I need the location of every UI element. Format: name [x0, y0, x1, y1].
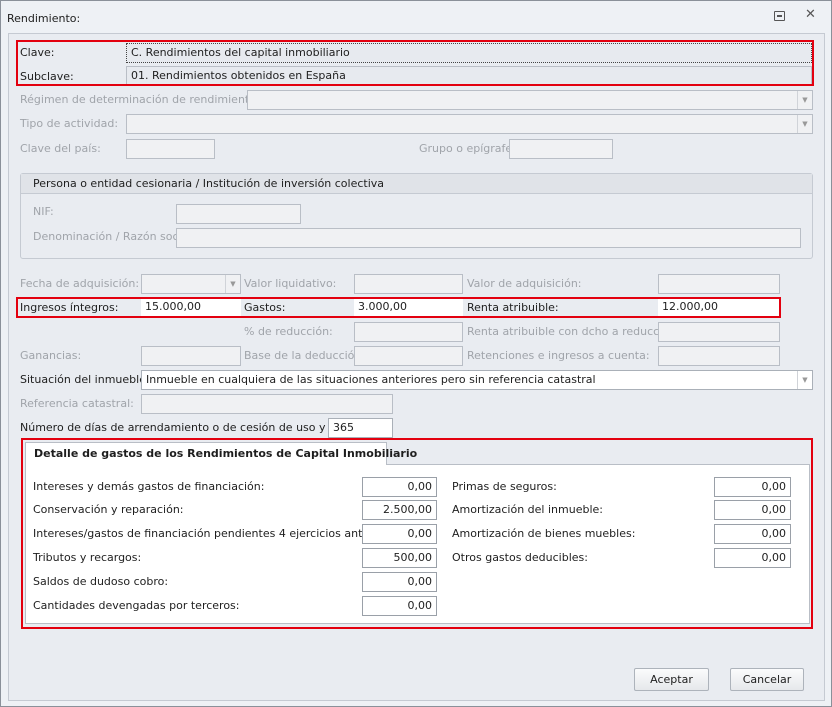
denominacion-label: Denominación / Razón social:: [33, 230, 196, 243]
gasto-input[interactable]: 2.500,00: [362, 500, 437, 520]
renta-dcho-input[interactable]: [658, 322, 780, 342]
denominacion-input[interactable]: [176, 228, 801, 248]
gasto-input[interactable]: 0,00: [362, 596, 437, 616]
retenciones-input[interactable]: [658, 346, 780, 366]
pct-reduccion-input[interactable]: [354, 322, 463, 342]
chevron-down-icon: ▼: [797, 91, 812, 109]
grupo-label: Grupo o epígrafe:: [419, 142, 516, 155]
persona-group-title: Persona o entidad cesionaria / Instituci…: [21, 174, 812, 194]
restore-icon[interactable]: [774, 11, 785, 21]
tipo-actividad-select[interactable]: ▼: [126, 114, 813, 134]
regimen-select[interactable]: ▼: [247, 90, 813, 110]
gasto-input[interactable]: 0,00: [714, 500, 791, 520]
gasto-input[interactable]: 0,00: [362, 524, 437, 544]
situacion-label: Situación del inmueble:: [20, 373, 150, 386]
chevron-down-icon: ▼: [225, 275, 240, 293]
gasto-label: Amortización del inmueble:: [452, 503, 603, 516]
highlight-clave: [16, 40, 814, 86]
base-deduccion-input[interactable]: [354, 346, 463, 366]
aceptar-button[interactable]: Aceptar: [634, 668, 709, 691]
gasto-label: Otros gastos deducibles:: [452, 551, 588, 564]
ref-catastral-input[interactable]: [141, 394, 393, 414]
chevron-down-icon: ▼: [797, 115, 812, 133]
window-title: Rendimiento:: [7, 12, 81, 25]
gasto-label: Conservación y reparación:: [33, 503, 184, 516]
nif-input[interactable]: [176, 204, 301, 224]
gasto-label: Intereses y demás gastos de financiación…: [33, 480, 265, 493]
ref-catastral-label: Referencia catastral:: [20, 397, 134, 410]
valor-adq-label: Valor de adquisición:: [467, 277, 582, 290]
fecha-adq-label: Fecha de adquisición:: [20, 277, 140, 290]
base-deduccion-label: Base de la deducción:: [244, 349, 366, 362]
dialog-window: Rendimiento: ✕ Clave: C. Rendimientos de…: [0, 0, 832, 707]
chevron-down-icon: ▼: [797, 371, 812, 389]
gasto-label: Saldos de dudoso cobro:: [33, 575, 169, 588]
gasto-input[interactable]: 0,00: [714, 524, 791, 544]
gasto-input[interactable]: 0,00: [362, 572, 437, 592]
regimen-label: Régimen de determinación de rendimientos…: [20, 93, 266, 106]
gasto-label: Amortización de bienes muebles:: [452, 527, 636, 540]
clave-pais-input[interactable]: [126, 139, 215, 159]
situacion-select[interactable]: Inmueble en cualquiera de las situacione…: [141, 370, 813, 390]
ganancias-label: Ganancias:: [20, 349, 82, 362]
valor-liq-input[interactable]: [354, 274, 463, 294]
situacion-value: Inmueble en cualquiera de las situacione…: [146, 373, 596, 386]
valor-adq-input[interactable]: [658, 274, 780, 294]
tipo-actividad-label: Tipo de actividad:: [20, 117, 119, 130]
gasto-label: Cantidades devengadas por terceros:: [33, 599, 240, 612]
renta-dcho-label: Renta atribuible con dcho a reducción:: [467, 325, 680, 338]
grupo-input[interactable]: [509, 139, 613, 159]
ganancias-input[interactable]: [141, 346, 241, 366]
retenciones-label: Retenciones e ingresos a cuenta:: [467, 349, 650, 362]
valor-liq-label: Valor liquidativo:: [244, 277, 337, 290]
gasto-label: Intereses/gastos de financiación pendien…: [33, 527, 404, 540]
fecha-adq-select[interactable]: ▼: [141, 274, 241, 294]
gasto-input[interactable]: 0,00: [362, 477, 437, 497]
dias-input[interactable]: 365: [328, 418, 393, 438]
highlight-importes: [16, 297, 781, 318]
gasto-label: Tributos y recargos:: [33, 551, 142, 564]
gasto-input[interactable]: 0,00: [714, 548, 791, 568]
close-icon[interactable]: ✕: [805, 7, 816, 22]
tab-detalle-gastos[interactable]: Detalle de gastos de los Rendimientos de…: [25, 442, 417, 465]
gasto-input[interactable]: 500,00: [362, 548, 437, 568]
pct-reduccion-label: % de reducción:: [244, 325, 333, 338]
gasto-label: Primas de seguros:: [452, 480, 557, 493]
nif-label: NIF:: [33, 205, 54, 218]
dias-label: Número de días de arrendamiento o de ces…: [20, 421, 372, 434]
clave-pais-label: Clave del país:: [20, 142, 101, 155]
gasto-input[interactable]: 0,00: [714, 477, 791, 497]
cancelar-button[interactable]: Cancelar: [730, 668, 804, 691]
